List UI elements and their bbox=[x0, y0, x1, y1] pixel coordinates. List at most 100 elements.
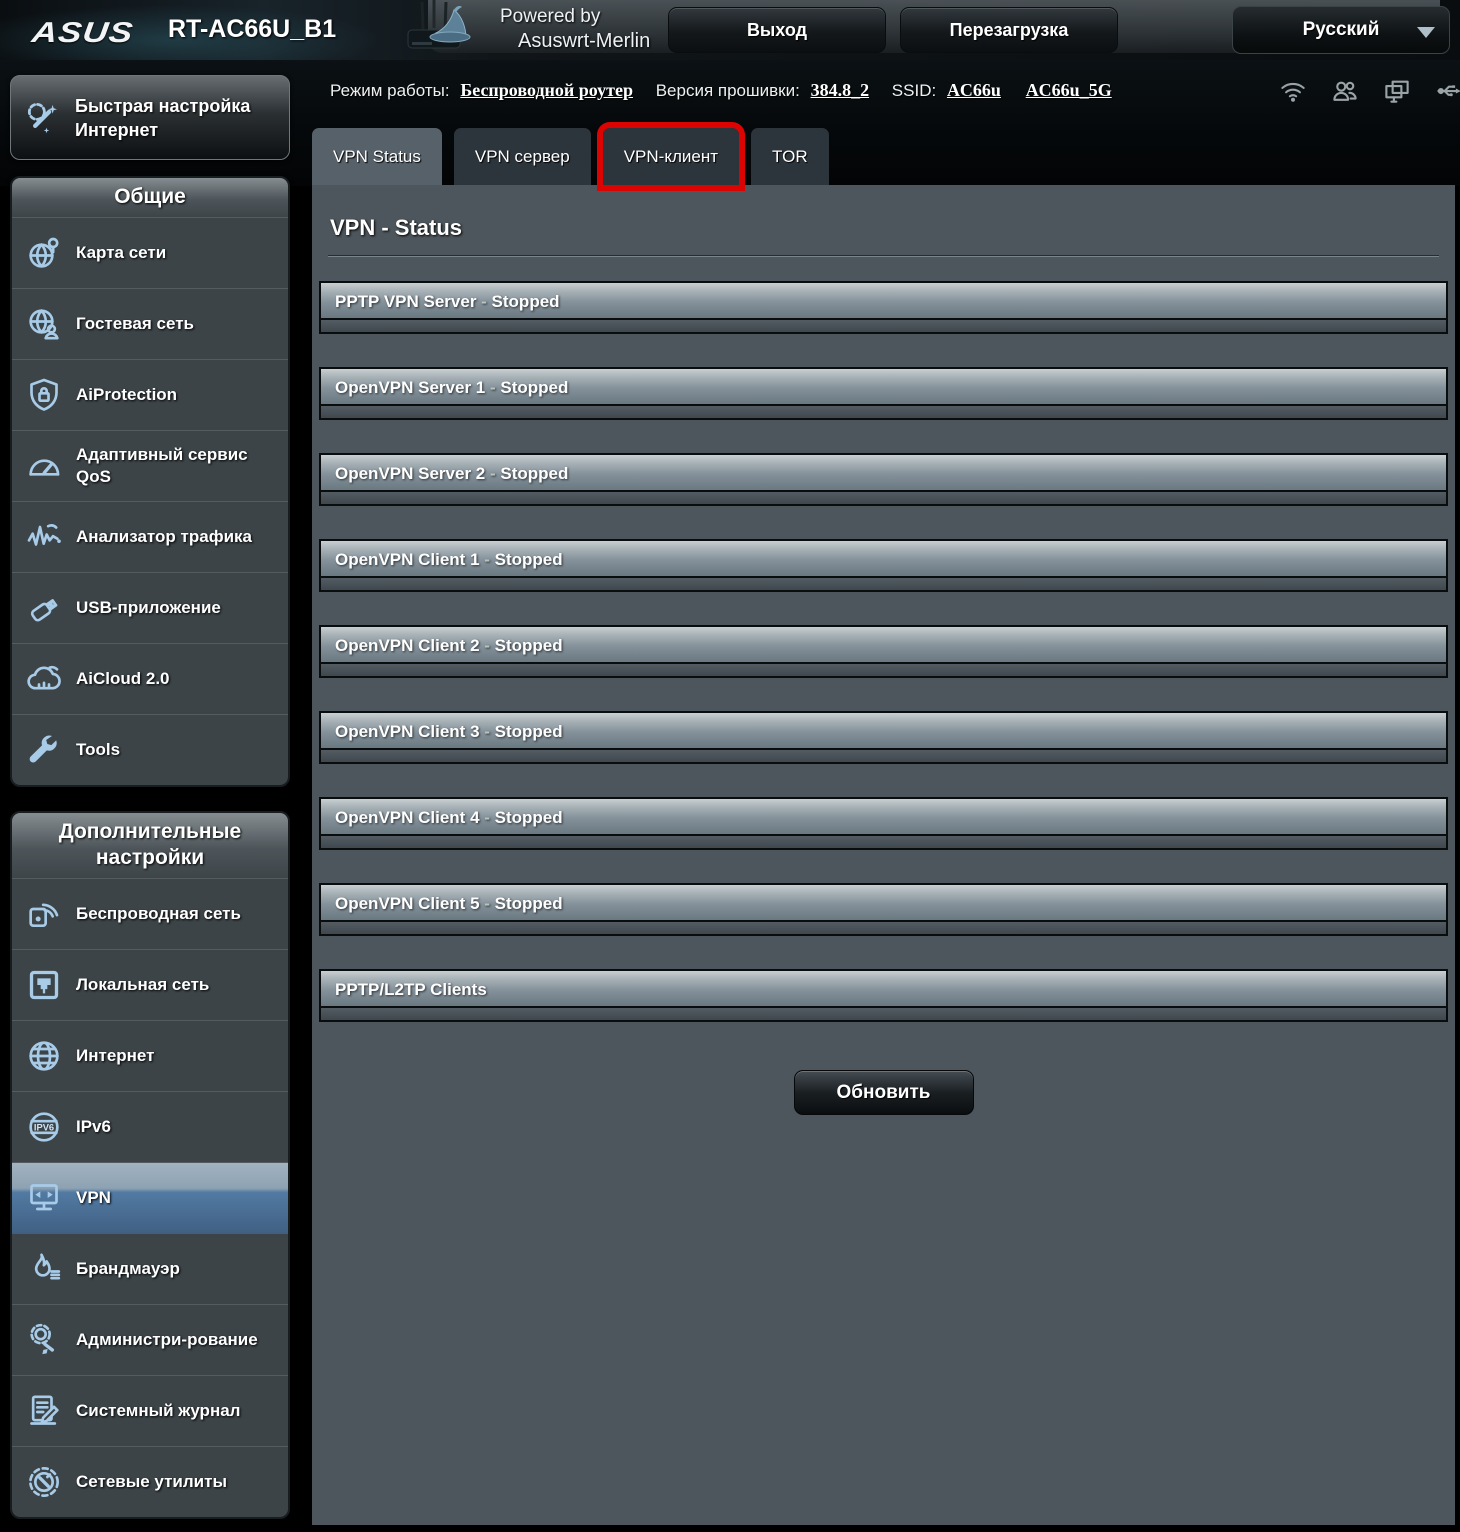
router-admin-page: ASUS RT-AC66U_B1 Powered by Asuswrt-Merl… bbox=[0, 0, 1460, 1532]
ssid-5g-link[interactable]: AC66u_5G bbox=[1026, 80, 1112, 100]
wireless-icon bbox=[12, 894, 76, 934]
status-info-bar: Режим работы: Беспроводной роутер Версия… bbox=[330, 80, 1170, 101]
status-row-body bbox=[321, 922, 1446, 934]
status-table-pptp-server: PPTP VPN Server - Stopped bbox=[319, 281, 1448, 334]
section-title-general: Общие bbox=[12, 178, 288, 217]
status-row-header: OpenVPN Client 2 - Stopped bbox=[321, 627, 1446, 664]
status-row-header: PPTP/L2TP Clients bbox=[321, 971, 1446, 1008]
tab-tor[interactable]: TOR bbox=[751, 128, 829, 185]
status-row-header: PPTP VPN Server - Stopped bbox=[321, 283, 1446, 320]
status-row-header: OpenVPN Server 2 - Stopped bbox=[321, 455, 1446, 492]
quick-setup-label: Быстрая настройка Интернет bbox=[75, 94, 250, 142]
operation-mode-link[interactable]: Беспроводной роутер bbox=[460, 80, 633, 100]
sidebar-item-network-tools[interactable]: Сетевые утилиты bbox=[12, 1446, 288, 1517]
main-content: VPN - Status PPTP VPN Server - Stopped O… bbox=[312, 185, 1455, 1525]
system-log-icon bbox=[12, 1391, 76, 1431]
sidebar-item-system-log[interactable]: Системный журнал bbox=[12, 1375, 288, 1446]
status-row-body bbox=[321, 836, 1446, 848]
tab-vpn-status[interactable]: VPN Status bbox=[312, 128, 442, 185]
status-row-header: OpenVPN Client 4 - Stopped bbox=[321, 799, 1446, 836]
vpn-monitor-icon bbox=[12, 1178, 76, 1218]
status-row-body bbox=[321, 320, 1446, 332]
vpn-tabs: VPN Status VPN сервер VPN-клиент TOR bbox=[312, 128, 829, 185]
network-tools-icon bbox=[12, 1462, 76, 1502]
sidebar-section-general: Общие Карта сети Гостевая сет bbox=[10, 176, 290, 787]
language-value: Русский bbox=[1303, 19, 1380, 40]
usb-drive-icon bbox=[12, 588, 76, 628]
wifi-icon[interactable] bbox=[1278, 76, 1308, 106]
usb-icon[interactable] bbox=[1434, 76, 1460, 106]
status-table-pptp-l2tp-clients: PPTP/L2TP Clients bbox=[319, 969, 1448, 1022]
sidebar-item-adaptive-qos[interactable]: Адаптивный сервис QoS bbox=[12, 430, 288, 501]
status-row-header: OpenVPN Client 3 - Stopped bbox=[321, 713, 1446, 750]
quick-internet-setup-button[interactable]: Быстрая настройка Интернет bbox=[10, 75, 290, 160]
status-table-ovpn-client5: OpenVPN Client 5 - Stopped bbox=[319, 883, 1448, 936]
status-table-ovpn-client2: OpenVPN Client 2 - Stopped bbox=[319, 625, 1448, 678]
ipv6-globe-icon: IPV6 bbox=[12, 1107, 76, 1147]
devices-icon[interactable] bbox=[1382, 76, 1412, 106]
status-row-header: OpenVPN Server 1 - Stopped bbox=[321, 369, 1446, 406]
status-row-body bbox=[321, 1008, 1446, 1020]
section-title-advanced: Дополнительные настройки bbox=[12, 813, 288, 878]
status-row-body bbox=[321, 492, 1446, 504]
title-divider bbox=[328, 255, 1439, 257]
sidebar-item-firewall[interactable]: Брандмауэр bbox=[12, 1233, 288, 1304]
status-row-header: OpenVPN Client 5 - Stopped bbox=[321, 885, 1446, 922]
qos-gauge-icon bbox=[12, 446, 76, 486]
merlin-router-icon bbox=[392, 0, 488, 65]
sidebar-item-vpn[interactable]: VPN bbox=[12, 1162, 288, 1233]
sidebar-item-guest-network[interactable]: Гостевая сеть bbox=[12, 288, 288, 359]
aiprotection-shield-icon bbox=[12, 375, 76, 415]
operation-mode-label: Режим работы: bbox=[330, 81, 450, 100]
sidebar-item-aiprotection[interactable]: AiProtection bbox=[12, 359, 288, 430]
quick-setup-icon bbox=[11, 97, 75, 139]
quick-status-icons bbox=[1278, 76, 1460, 106]
traffic-analyzer-icon bbox=[12, 517, 76, 557]
router-model-name: RT-AC66U_B1 bbox=[168, 15, 336, 44]
status-row-body bbox=[321, 664, 1446, 676]
reboot-button[interactable]: Перезагрузка bbox=[900, 7, 1118, 53]
status-row-body bbox=[321, 406, 1446, 418]
chevron-down-icon bbox=[1417, 27, 1435, 38]
sidebar-item-usb-application[interactable]: USB-приложение bbox=[12, 572, 288, 643]
tab-vpn-client[interactable]: VPN-клиент bbox=[603, 128, 739, 185]
ssid-label: SSID: bbox=[892, 81, 936, 100]
page-title: VPN - Status bbox=[330, 215, 1437, 241]
sidebar-item-ipv6[interactable]: IPV6 IPv6 bbox=[12, 1091, 288, 1162]
status-table-ovpn-client3: OpenVPN Client 3 - Stopped bbox=[319, 711, 1448, 764]
internet-globe-icon bbox=[12, 1036, 76, 1076]
logout-button[interactable]: Выход bbox=[668, 7, 886, 53]
sidebar-item-network-map[interactable]: Карта сети bbox=[12, 217, 288, 288]
sidebar-item-tools[interactable]: Tools bbox=[12, 714, 288, 785]
sidebar-item-wireless[interactable]: Беспроводная сеть bbox=[12, 878, 288, 949]
tab-vpn-server[interactable]: VPN сервер bbox=[454, 128, 591, 185]
guest-network-icon bbox=[12, 304, 76, 344]
asus-logo: ASUS bbox=[30, 17, 135, 50]
sidebar-item-administration[interactable]: Администри-рование bbox=[12, 1304, 288, 1375]
wrench-icon bbox=[12, 730, 76, 770]
svg-text:IPV6: IPV6 bbox=[34, 1122, 54, 1132]
status-table-ovpn-client4: OpenVPN Client 4 - Stopped bbox=[319, 797, 1448, 850]
firmware-label: Версия прошивки: bbox=[656, 81, 800, 100]
powered-by-text: Powered by Asuswrt-Merlin bbox=[500, 5, 650, 53]
clients-icon[interactable] bbox=[1330, 76, 1360, 106]
sidebar-item-lan[interactable]: Локальная сеть bbox=[12, 949, 288, 1020]
language-select[interactable]: Русский bbox=[1232, 6, 1450, 54]
top-banner: ASUS RT-AC66U_B1 Powered by Asuswrt-Merl… bbox=[0, 0, 1460, 60]
administration-gear-icon bbox=[12, 1320, 76, 1360]
status-table-ovpn-client1: OpenVPN Client 1 - Stopped bbox=[319, 539, 1448, 592]
status-table-ovpn-server1: OpenVPN Server 1 - Stopped bbox=[319, 367, 1448, 420]
sidebar-item-internet[interactable]: Интернет bbox=[12, 1020, 288, 1091]
status-row-header: OpenVPN Client 1 - Stopped bbox=[321, 541, 1446, 578]
refresh-button[interactable]: Обновить bbox=[794, 1070, 974, 1115]
firewall-flame-icon bbox=[12, 1249, 76, 1289]
aicloud-icon bbox=[12, 659, 76, 699]
firmware-version-link[interactable]: 384.8_2 bbox=[811, 80, 870, 100]
lan-port-icon bbox=[12, 965, 76, 1005]
status-row-body bbox=[321, 578, 1446, 590]
sidebar: Быстрая настройка Интернет Общие Карта с… bbox=[10, 75, 290, 1532]
status-table-ovpn-server2: OpenVPN Server 2 - Stopped bbox=[319, 453, 1448, 506]
sidebar-item-aicloud[interactable]: AiCloud 2.0 bbox=[12, 643, 288, 714]
sidebar-item-traffic-analyzer[interactable]: Анализатор трафика bbox=[12, 501, 288, 572]
ssid-24g-link[interactable]: AC66u bbox=[947, 80, 1001, 100]
